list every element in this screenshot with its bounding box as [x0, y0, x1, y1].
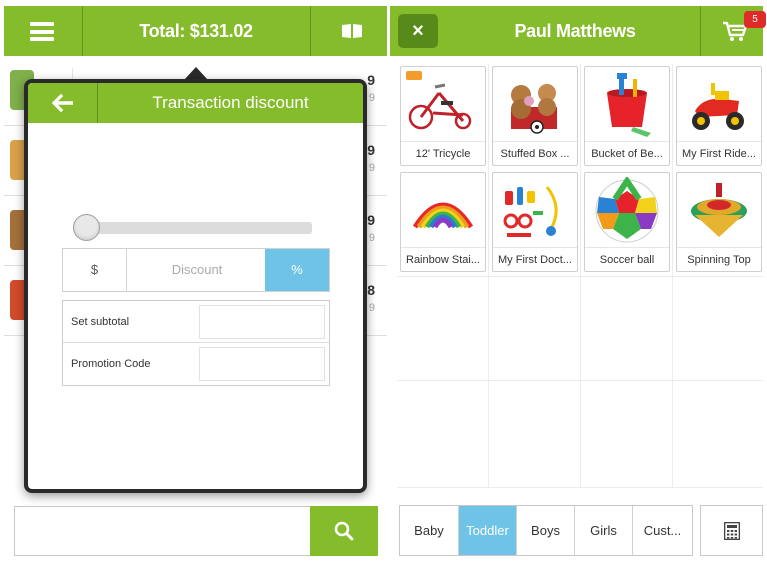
customer-name[interactable]: Paul Matthews — [450, 6, 700, 56]
rainbow-slinky-image — [412, 202, 474, 229]
beach-bucket-image — [607, 73, 651, 137]
product-tile[interactable]: Bucket of Be... — [584, 66, 670, 166]
line-unit-price: 9 — [368, 162, 375, 174]
line-unit-price: 9 — [368, 92, 375, 104]
product-label: Stuffed Box ... — [493, 141, 577, 165]
product-label: My First Ride... — [677, 141, 761, 165]
right-header-bar: × Paul Matthews 5 — [390, 6, 766, 56]
dialog-title: Transaction discount — [152, 93, 309, 112]
product-tile[interactable]: Soccer ball — [584, 172, 670, 272]
ride-on-toy-image — [692, 83, 744, 130]
product-label: 12' Tricycle — [401, 141, 485, 165]
product-label: Spinning Top — [677, 247, 761, 271]
product-tile[interactable]: 12' Tricycle — [400, 66, 486, 166]
line-unit-price: 9 — [368, 302, 375, 314]
category-tab-girls[interactable]: Girls — [575, 506, 633, 555]
line-price: 9 — [367, 212, 375, 228]
line-price: 9 — [367, 142, 375, 158]
search-button[interactable] — [310, 506, 378, 556]
stuffed-toys-image — [511, 84, 557, 134]
discount-type-selector: $ Discount % — [62, 248, 330, 292]
category-tab-baby[interactable]: Baby — [400, 506, 459, 555]
search-input[interactable] — [14, 506, 310, 556]
percent-option[interactable]: % — [265, 249, 329, 291]
dialog-header: Transaction discount — [28, 83, 363, 123]
promo-label: Promotion Code — [71, 358, 151, 370]
soccer-ball-image — [595, 177, 659, 243]
category-tab-boys[interactable]: Boys — [517, 506, 575, 555]
cart-count-badge: 5 — [744, 11, 766, 28]
tricycle-image — [408, 83, 472, 130]
category-tab-custom[interactable]: Cust... — [633, 506, 692, 555]
product-label: Rainbow Stai... — [401, 247, 485, 271]
back-button[interactable] — [28, 83, 98, 123]
promo-row: Promotion Code — [63, 343, 329, 385]
calculator-button[interactable] — [700, 505, 763, 556]
product-label: Bucket of Be... — [585, 141, 669, 165]
subtotal-label: Set subtotal — [71, 316, 130, 328]
product-tile[interactable]: Stuffed Box ... — [492, 66, 578, 166]
product-tile[interactable]: Spinning Top — [676, 172, 762, 272]
discount-slider-handle[interactable] — [73, 214, 100, 241]
line-unit-price: 9 — [368, 232, 375, 244]
transaction-discount-dialog: Transaction discount $ Discount % Set su… — [24, 79, 367, 493]
line-price: 8 — [367, 282, 375, 298]
promo-code-field[interactable] — [199, 347, 325, 381]
close-customer-button[interactable]: × — [398, 14, 438, 48]
line-price: 9 — [367, 72, 375, 88]
left-header-bar: Total: $131.02 — [4, 6, 387, 56]
calculator-icon — [724, 522, 740, 540]
discount-fields: Set subtotal Promotion Code — [62, 300, 330, 386]
category-tabs: Baby Toddler Boys Girls Cust... — [399, 505, 693, 556]
book-icon[interactable] — [341, 23, 363, 39]
category-tab-toddler[interactable]: Toddler — [459, 506, 517, 555]
subtotal-row: Set subtotal — [63, 301, 329, 343]
hamburger-icon[interactable] — [30, 22, 54, 41]
order-total[interactable]: Total: $131.02 — [82, 6, 310, 56]
product-tile[interactable]: My First Ride... — [676, 66, 762, 166]
doctor-kit-image — [503, 186, 558, 237]
product-tile[interactable]: Rainbow Stai... — [400, 172, 486, 272]
search-icon — [334, 521, 354, 541]
dollar-option[interactable]: $ — [63, 249, 127, 291]
discount-slider-track[interactable] — [78, 222, 312, 234]
product-tile[interactable]: My First Doct... — [492, 172, 578, 272]
subtotal-field[interactable] — [199, 305, 325, 339]
discount-input[interactable]: Discount — [127, 249, 267, 291]
spinning-top-image — [691, 183, 747, 237]
product-label: Soccer ball — [585, 247, 669, 271]
arrow-left-icon — [52, 94, 73, 112]
product-label: My First Doct... — [493, 247, 577, 271]
